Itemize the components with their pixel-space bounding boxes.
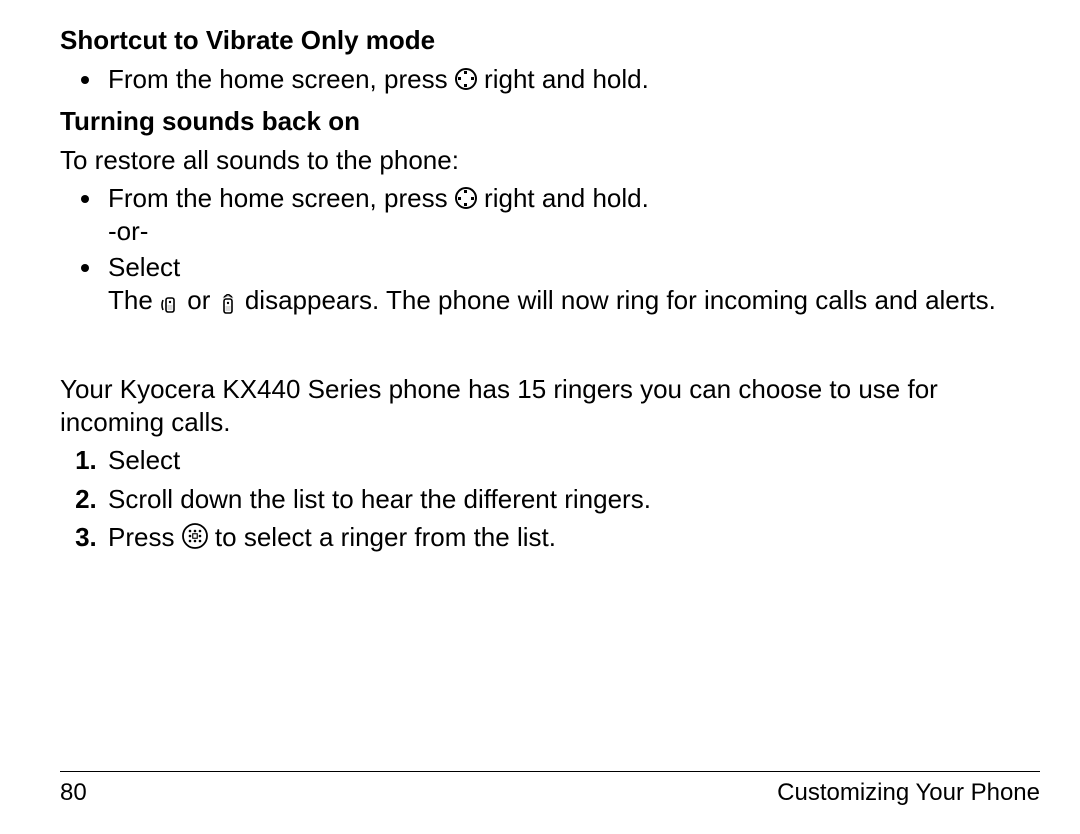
bullet-list-vibrate: From the home screen, press right and ho… bbox=[60, 63, 1040, 96]
text: to select a ringer from the list. bbox=[215, 522, 556, 552]
manual-page: Shortcut to Vibrate Only mode From the h… bbox=[0, 0, 1080, 834]
numbered-steps: Select Scroll down the list to hear the … bbox=[60, 444, 1040, 557]
ringers-intro: Your Kyocera KX440 Series phone has 15 r… bbox=[60, 373, 1040, 438]
list-item: Select The or bbox=[104, 251, 1040, 319]
navigation-circle-icon bbox=[455, 68, 477, 90]
text: or bbox=[187, 285, 217, 315]
list-item: From the home screen, press right and ho… bbox=[104, 63, 1040, 96]
spacer bbox=[60, 329, 1040, 373]
text: Press to select a ringer from the list. bbox=[108, 522, 556, 552]
list-item: From the home screen, press right and ho… bbox=[104, 182, 1040, 247]
intro-paragraph: To restore all sounds to the phone: bbox=[60, 144, 1040, 177]
text: From the home screen, press bbox=[108, 183, 455, 213]
or-text: -or- bbox=[108, 216, 148, 246]
vibrate-phone-icon bbox=[160, 287, 180, 320]
list-item: Press to select a ringer from the list. bbox=[104, 521, 1040, 557]
silence-phone-icon bbox=[218, 287, 238, 320]
bullet-list-sounds: From the home screen, press right and ho… bbox=[60, 182, 1040, 319]
footer-section-title: Customizing Your Phone bbox=[777, 778, 1040, 808]
ok-button-icon bbox=[182, 523, 208, 557]
text: right and hold. bbox=[484, 183, 649, 213]
heading-sounds-back-on: Turning sounds back on bbox=[60, 105, 1040, 138]
page-footer: 80 Customizing Your Phone bbox=[60, 771, 1040, 808]
navigation-circle-icon bbox=[455, 187, 477, 209]
text: Scroll down the list to hear the differe… bbox=[108, 484, 651, 514]
page-number: 80 bbox=[60, 778, 87, 808]
text: right and hold. bbox=[484, 64, 649, 94]
text: Press bbox=[108, 522, 182, 552]
text: Select bbox=[108, 445, 180, 475]
text: disappears. The phone will now ring for … bbox=[245, 285, 996, 315]
text: Select bbox=[108, 252, 180, 282]
heading-vibrate-shortcut: Shortcut to Vibrate Only mode bbox=[60, 24, 1040, 57]
list-item: Select bbox=[104, 444, 1040, 477]
text: The bbox=[108, 285, 160, 315]
list-item: Scroll down the list to hear the differe… bbox=[104, 483, 1040, 516]
text: From the home screen, press bbox=[108, 64, 455, 94]
